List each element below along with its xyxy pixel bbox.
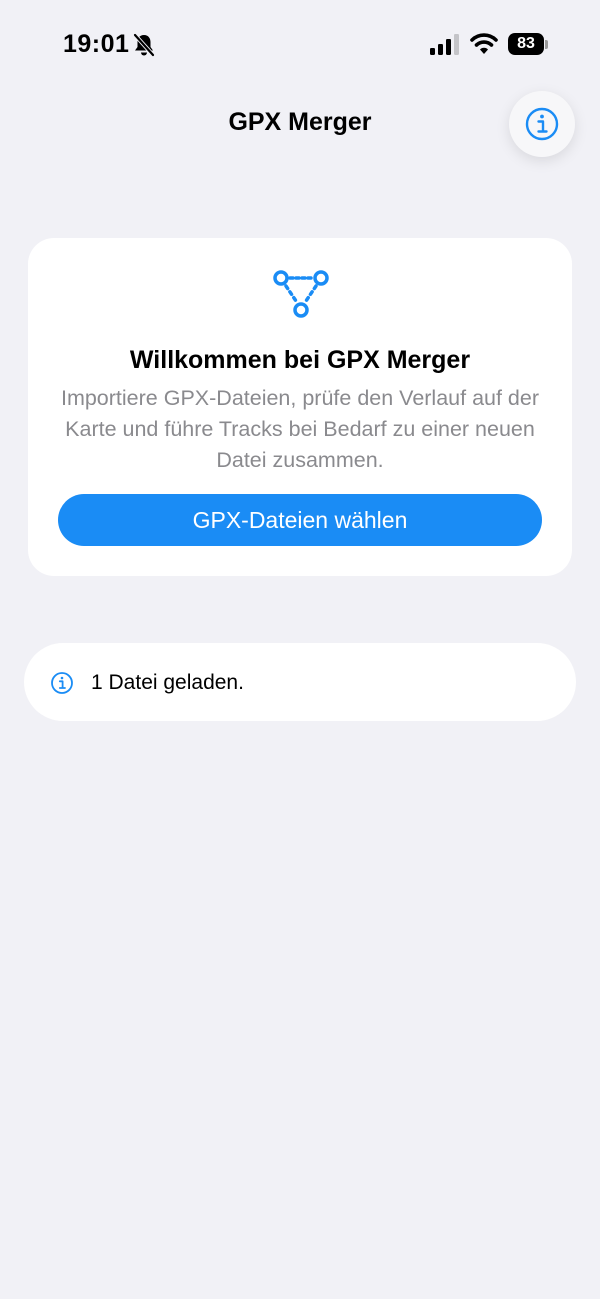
welcome-card: Willkommen bei GPX Merger Importiere GPX… (28, 238, 572, 576)
app-screen: 19:01 83 GPX Merger Willkommen bei GPX M… (0, 0, 600, 1299)
info-button[interactable] (509, 91, 575, 157)
welcome-description: Importiere GPX-Dateien, prüfe den Verlau… (60, 386, 540, 472)
choose-gpx-files-button[interactable]: GPX-Dateien wählen (58, 494, 542, 546)
battery-level: 83 (517, 35, 535, 52)
status-time: 19:01 (63, 30, 130, 58)
battery-icon: 83 (508, 33, 544, 55)
status-bar: 19:01 83 (0, 0, 600, 90)
wifi-icon (470, 33, 498, 54)
status-text: 1 Datei geladen. (91, 671, 244, 694)
choose-gpx-files-label: GPX-Dateien wählen (192, 506, 408, 533)
welcome-title: Willkommen bei GPX Merger (129, 346, 471, 374)
info-circle-icon (525, 107, 559, 141)
bell-slash-icon (133, 33, 155, 57)
cellular-signal-icon (430, 34, 459, 55)
info-circle-icon (51, 672, 73, 694)
route-merge-icon (273, 270, 329, 318)
status-message: 1 Datei geladen. (24, 643, 576, 721)
battery-cap (545, 40, 548, 49)
